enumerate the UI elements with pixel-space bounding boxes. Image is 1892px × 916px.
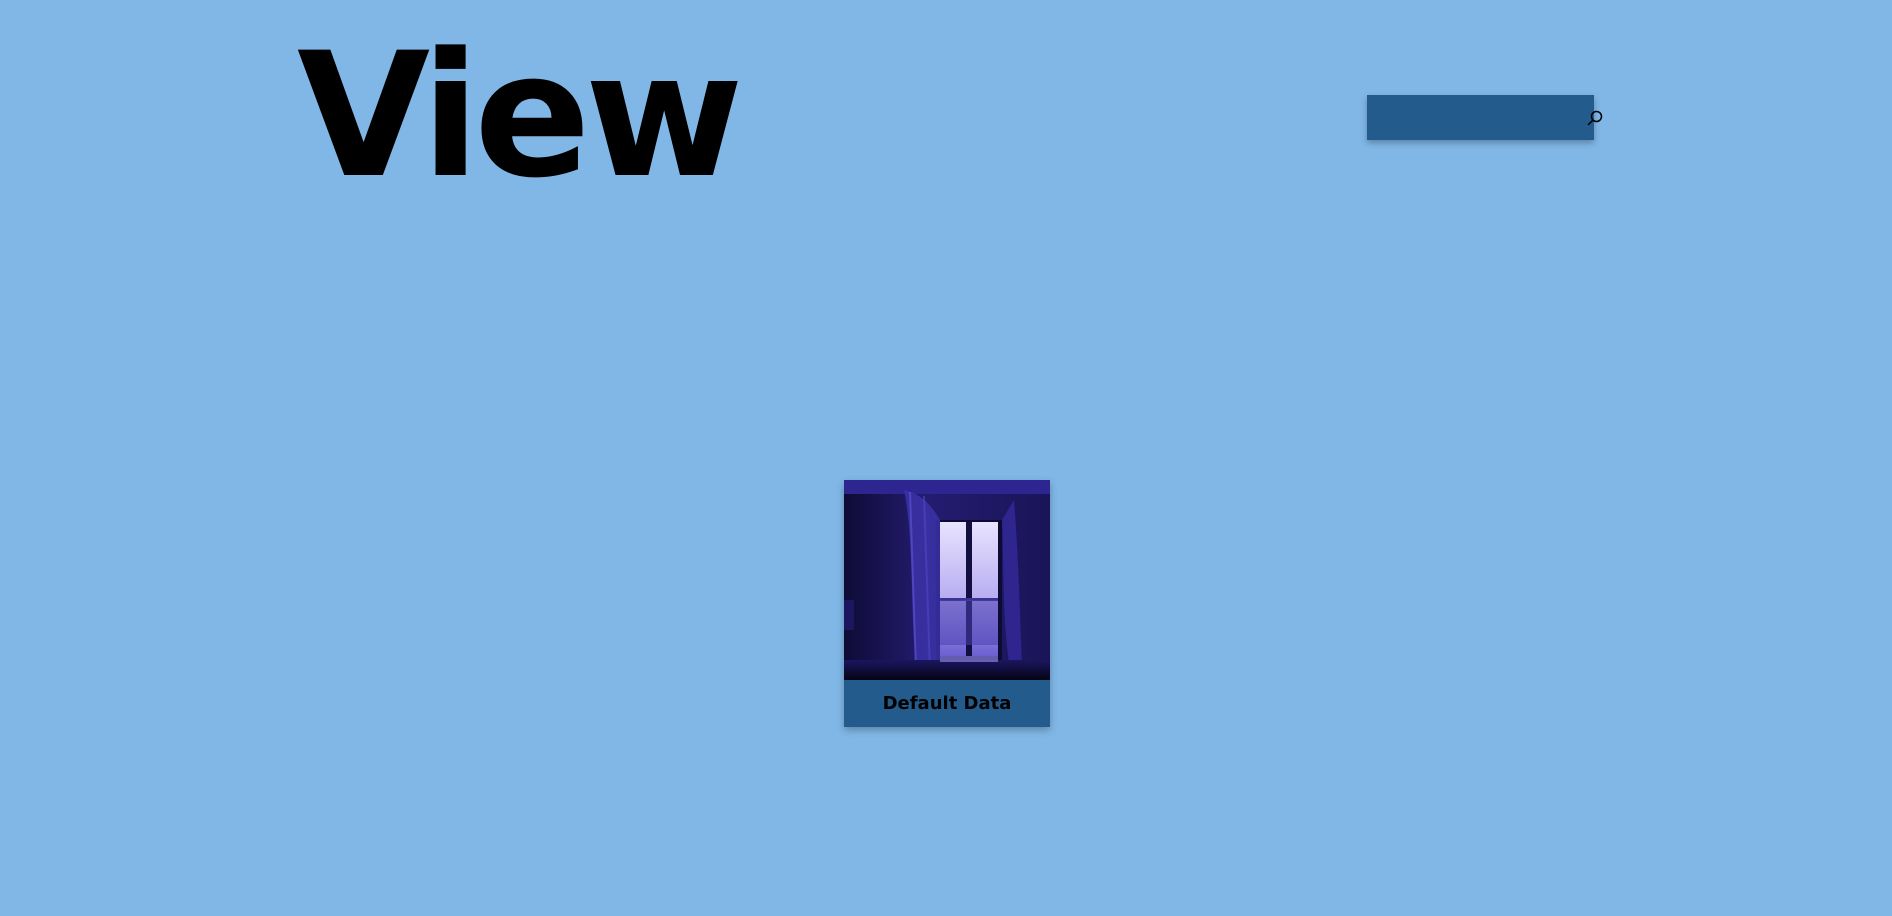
search-input[interactable]	[1367, 95, 1587, 140]
dataset-card-label: Default Data	[844, 680, 1050, 727]
page: View Default Data	[0, 0, 1892, 916]
dataset-thumbnail	[844, 480, 1050, 680]
search-button[interactable]	[1587, 95, 1603, 140]
dataset-card[interactable]: Default Data	[844, 480, 1050, 727]
search-box	[1367, 95, 1603, 140]
search-icon	[1587, 110, 1603, 125]
page-title: View	[297, 15, 744, 216]
